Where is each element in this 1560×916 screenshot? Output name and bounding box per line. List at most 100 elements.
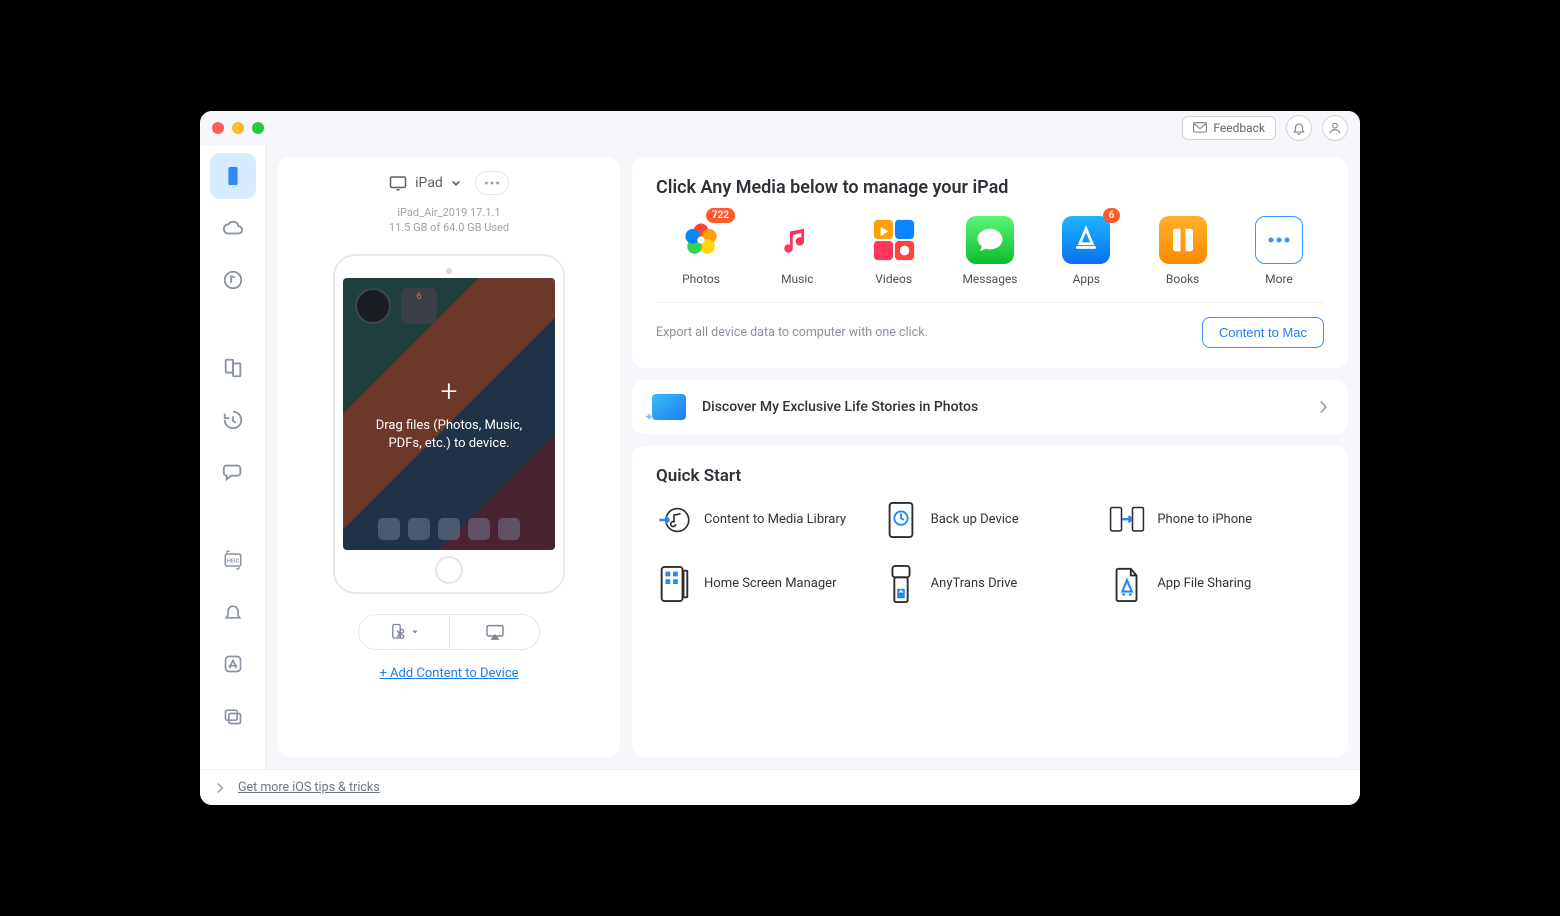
quick-label-2: Phone to iPhone [1157, 512, 1252, 529]
device-preview[interactable]: 6 + Drag files (Photos, Music, PDFs, etc… [333, 254, 565, 594]
apps-label: Apps [1073, 272, 1101, 286]
media-item-messages[interactable]: Messages [951, 216, 1029, 286]
quick-item-home-screen[interactable]: Home Screen Manager [656, 566, 871, 602]
quick-label-0: Content to Media Library [704, 512, 846, 529]
media-item-books[interactable]: Books [1144, 216, 1222, 286]
chevron-right-icon [1318, 400, 1328, 414]
quick-item-phone-to-iphone[interactable]: Phone to iPhone [1109, 502, 1324, 538]
media-item-apps[interactable]: 6 Apps [1047, 216, 1125, 286]
device-transfer-icon [222, 357, 244, 379]
media-item-more[interactable]: More [1240, 216, 1318, 286]
device-action-mirror[interactable] [449, 615, 539, 649]
drag-text: Drag files (Photos, Music, PDFs, etc.) t… [361, 417, 537, 453]
tablet-icon [389, 175, 407, 191]
heic-convert-icon: HEIC [221, 548, 245, 572]
mail-icon [1193, 122, 1207, 134]
more-icon [1255, 216, 1303, 264]
photos-icon: 722 [677, 216, 725, 264]
device-more-button[interactable] [475, 171, 509, 195]
device-dock-icons [343, 518, 555, 540]
airplay-icon [485, 624, 505, 640]
device-model: iPad_Air_2019 17.1.1 [389, 205, 509, 220]
sidebar-item-appstore[interactable] [210, 641, 256, 687]
footer-expand-button[interactable] [216, 782, 224, 794]
add-content-link[interactable]: + Add Content to Device [379, 666, 518, 681]
footer: Get more iOS tips & tricks [200, 769, 1360, 805]
chat-icon [222, 461, 244, 483]
traffic-lights [212, 122, 264, 134]
quick-label-1: Back up Device [931, 512, 1019, 529]
feedback-button[interactable]: Feedback [1182, 116, 1276, 140]
chevron-down-icon [451, 178, 461, 188]
sidebar-item-heic[interactable]: HEIC [210, 537, 256, 583]
quick-label-4: AnyTrans Drive [931, 576, 1018, 593]
books-icon [1159, 216, 1207, 264]
media-item-videos[interactable]: Videos [855, 216, 933, 286]
device-action-cut[interactable] [359, 615, 449, 649]
account-button[interactable] [1322, 115, 1348, 141]
quick-item-content-to-media[interactable]: Content to Media Library [656, 502, 871, 538]
photos-label: Photos [682, 272, 720, 286]
close-icon[interactable] [212, 122, 224, 134]
media-item-photos[interactable]: 722 Photos [662, 216, 740, 286]
discover-text: Discover My Exclusive Life Stories in Ph… [702, 399, 1302, 415]
app-window: Feedback [200, 111, 1360, 805]
music-disc-icon [222, 269, 244, 291]
videos-label: Videos [875, 272, 912, 286]
sidebar-item-social[interactable] [210, 449, 256, 495]
app-file-sharing-icon [1109, 566, 1145, 602]
media-card: Click Any Media below to manage your iPa… [632, 157, 1348, 368]
apps-icon: 6 [1062, 216, 1110, 264]
content-area: iPad iPad_Air_2019 17.1.1 11.5 GB of 64.… [266, 145, 1360, 769]
sidebar-item-cloud[interactable] [210, 205, 256, 251]
content-to-mac-button[interactable]: Content to Mac [1202, 317, 1324, 348]
quick-item-backup[interactable]: Back up Device [883, 502, 1098, 538]
messages-label: Messages [962, 272, 1017, 286]
right-column: Click Any Media below to manage your iPa… [632, 157, 1348, 757]
apps-badge: 6 [1103, 208, 1121, 223]
user-icon [1328, 121, 1342, 135]
quick-start-card: Quick Start Content to Media Library [632, 446, 1348, 757]
sidebar-item-ringtone[interactable] [210, 589, 256, 635]
sidebar-item-backup[interactable] [210, 397, 256, 443]
history-icon [222, 409, 244, 431]
svg-text:HEIC: HEIC [226, 559, 239, 565]
home-screen-icon [656, 566, 692, 602]
device-screen: 6 + Drag files (Photos, Music, PDFs, etc… [343, 278, 555, 550]
sidebar-item-device[interactable] [210, 153, 256, 199]
sidebar-item-mirror[interactable] [210, 693, 256, 739]
device-selector-row: iPad [389, 171, 509, 195]
sidebar-item-transfer[interactable] [210, 345, 256, 391]
bell-icon [1292, 121, 1306, 135]
discover-photo-icon [652, 394, 686, 420]
minimize-icon[interactable] [232, 122, 244, 134]
sidebar-item-media[interactable] [210, 257, 256, 303]
quick-item-app-file-sharing[interactable]: App File Sharing [1109, 566, 1324, 602]
fullscreen-icon[interactable] [252, 122, 264, 134]
windows-icon [223, 706, 243, 726]
appstore-icon [223, 654, 243, 674]
device-selector[interactable]: iPad [389, 175, 461, 191]
sidebar: HEIC [200, 145, 266, 769]
notification-button[interactable] [1286, 115, 1312, 141]
device-action-bar [358, 614, 540, 650]
music-icon [773, 216, 821, 264]
phone-icon [222, 165, 244, 187]
quick-label-5: App File Sharing [1157, 576, 1251, 593]
media-title: Click Any Media below to manage your iPa… [656, 177, 1324, 198]
device-home-button [435, 556, 463, 584]
device-panel: iPad iPad_Air_2019 17.1.1 11.5 GB of 64.… [278, 157, 620, 757]
titlebar: Feedback [200, 111, 1360, 145]
media-item-music[interactable]: Music [758, 216, 836, 286]
device-name: iPad [415, 175, 443, 191]
books-label: Books [1166, 272, 1199, 286]
quick-label-3: Home Screen Manager [704, 576, 836, 593]
quick-item-anytrans-drive[interactable]: AnyTrans Drive [883, 566, 1098, 602]
footer-tips-link[interactable]: Get more iOS tips & tricks [238, 780, 380, 795]
drag-overlay: + Drag files (Photos, Music, PDFs, etc.)… [343, 278, 555, 550]
discover-card[interactable]: Discover My Exclusive Life Stories in Ph… [632, 380, 1348, 434]
quick-start-title: Quick Start [656, 466, 1324, 486]
device-cut-icon [389, 623, 407, 641]
messages-icon [966, 216, 1014, 264]
backup-device-icon [883, 502, 919, 538]
